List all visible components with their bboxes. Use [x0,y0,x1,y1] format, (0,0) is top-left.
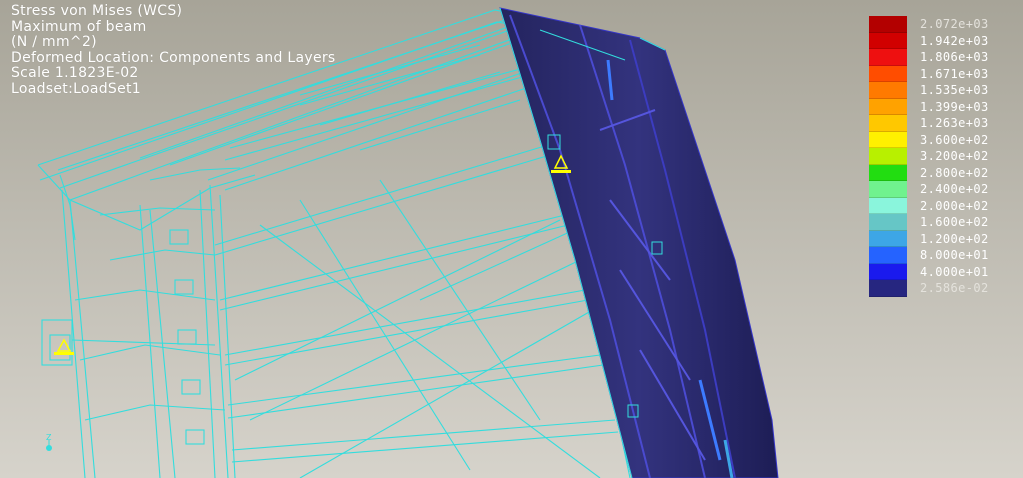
legend-swatch [869,247,907,264]
legend-value: 1.942e+03 [920,33,989,48]
legend-value: 2.586e-02 [920,281,989,295]
legend-row: 4.000e+01 [869,263,1019,280]
legend-swatch [869,65,907,82]
legend-swatch [869,131,907,148]
legend-row: 8.000e+01 [869,247,1019,264]
color-legend: 2.072e+03 1.942e+03 1.806e+03 1.671e+03 1.53… [869,16,1019,297]
legend-row: 1.263e+03 [869,115,1019,132]
result-scale: Scale 1.1823E-02 [11,65,139,81]
result-units: (N / mm^2) [11,34,97,50]
constraint-marker [54,338,74,355]
legend-row: 2.072e+03 [869,16,1019,33]
legend-value: 1.535e+03 [920,83,989,97]
legend-value: 2.000e+02 [920,198,989,213]
legend-row: 3.600e+02 [869,131,1019,148]
legend-swatch [869,82,907,99]
result-subtitle: Maximum of beam [11,18,147,35]
legend-row: 1.399e+03 [869,98,1019,115]
legend-row: 3.200e+02 [869,148,1019,165]
result-info-panel: Stress von Mises (WCS) Maximum of beam (… [11,3,336,97]
legend-swatch [869,115,907,132]
legend-value: 1.806e+03 [920,50,989,64]
legend-swatch [869,49,907,66]
deformed-beam [499,7,779,478]
legend-row: 2.800e+02 [869,164,1019,181]
legend-row: 2.000e+02 [869,197,1019,214]
legend-row: 1.600e+02 [869,214,1019,231]
legend-value: 2.072e+03 [920,17,989,31]
result-location: Deformed Location: Components and Layers [11,49,336,66]
legend-swatch [869,197,907,214]
legend-swatch [869,280,907,297]
result-title: Stress von Mises (WCS) [11,3,183,19]
legend-row: 2.400e+02 [869,181,1019,198]
axis-label: Z [46,433,52,442]
result-loadset: Loadset:LoadSet1 [11,80,141,97]
legend-row: 1.942e+03 [869,32,1019,49]
legend-value: 1.200e+02 [920,231,989,246]
legend-swatch [869,148,907,165]
legend-row: 1.671e+03 [869,65,1019,82]
legend-swatch [869,230,907,247]
legend-value: 1.399e+03 [920,99,989,114]
legend-value: 1.600e+02 [920,215,989,229]
legend-swatch [869,164,907,181]
legend-swatch [869,214,907,231]
legend-row: 2.586e-02 [869,280,1019,297]
legend-swatch [869,32,907,49]
legend-value: 1.671e+03 [920,66,989,81]
legend-value: 3.600e+02 [920,132,989,147]
legend-swatch [869,181,907,198]
legend-swatch [869,263,907,280]
coordinate-triad: Z [46,433,52,451]
legend-swatch [869,98,907,115]
legend-value: 1.263e+03 [920,116,989,130]
legend-row: 1.535e+03 [869,82,1019,99]
legend-value: 4.000e+01 [920,264,989,279]
legend-value: 3.200e+02 [920,149,989,163]
legend-row: 1.200e+02 [869,230,1019,247]
legend-value: 2.400e+02 [920,182,989,196]
legend-value: 8.000e+01 [920,248,989,262]
legend-swatch [869,16,907,33]
legend-row: 1.806e+03 [869,49,1019,66]
legend-value: 2.800e+02 [920,165,989,180]
